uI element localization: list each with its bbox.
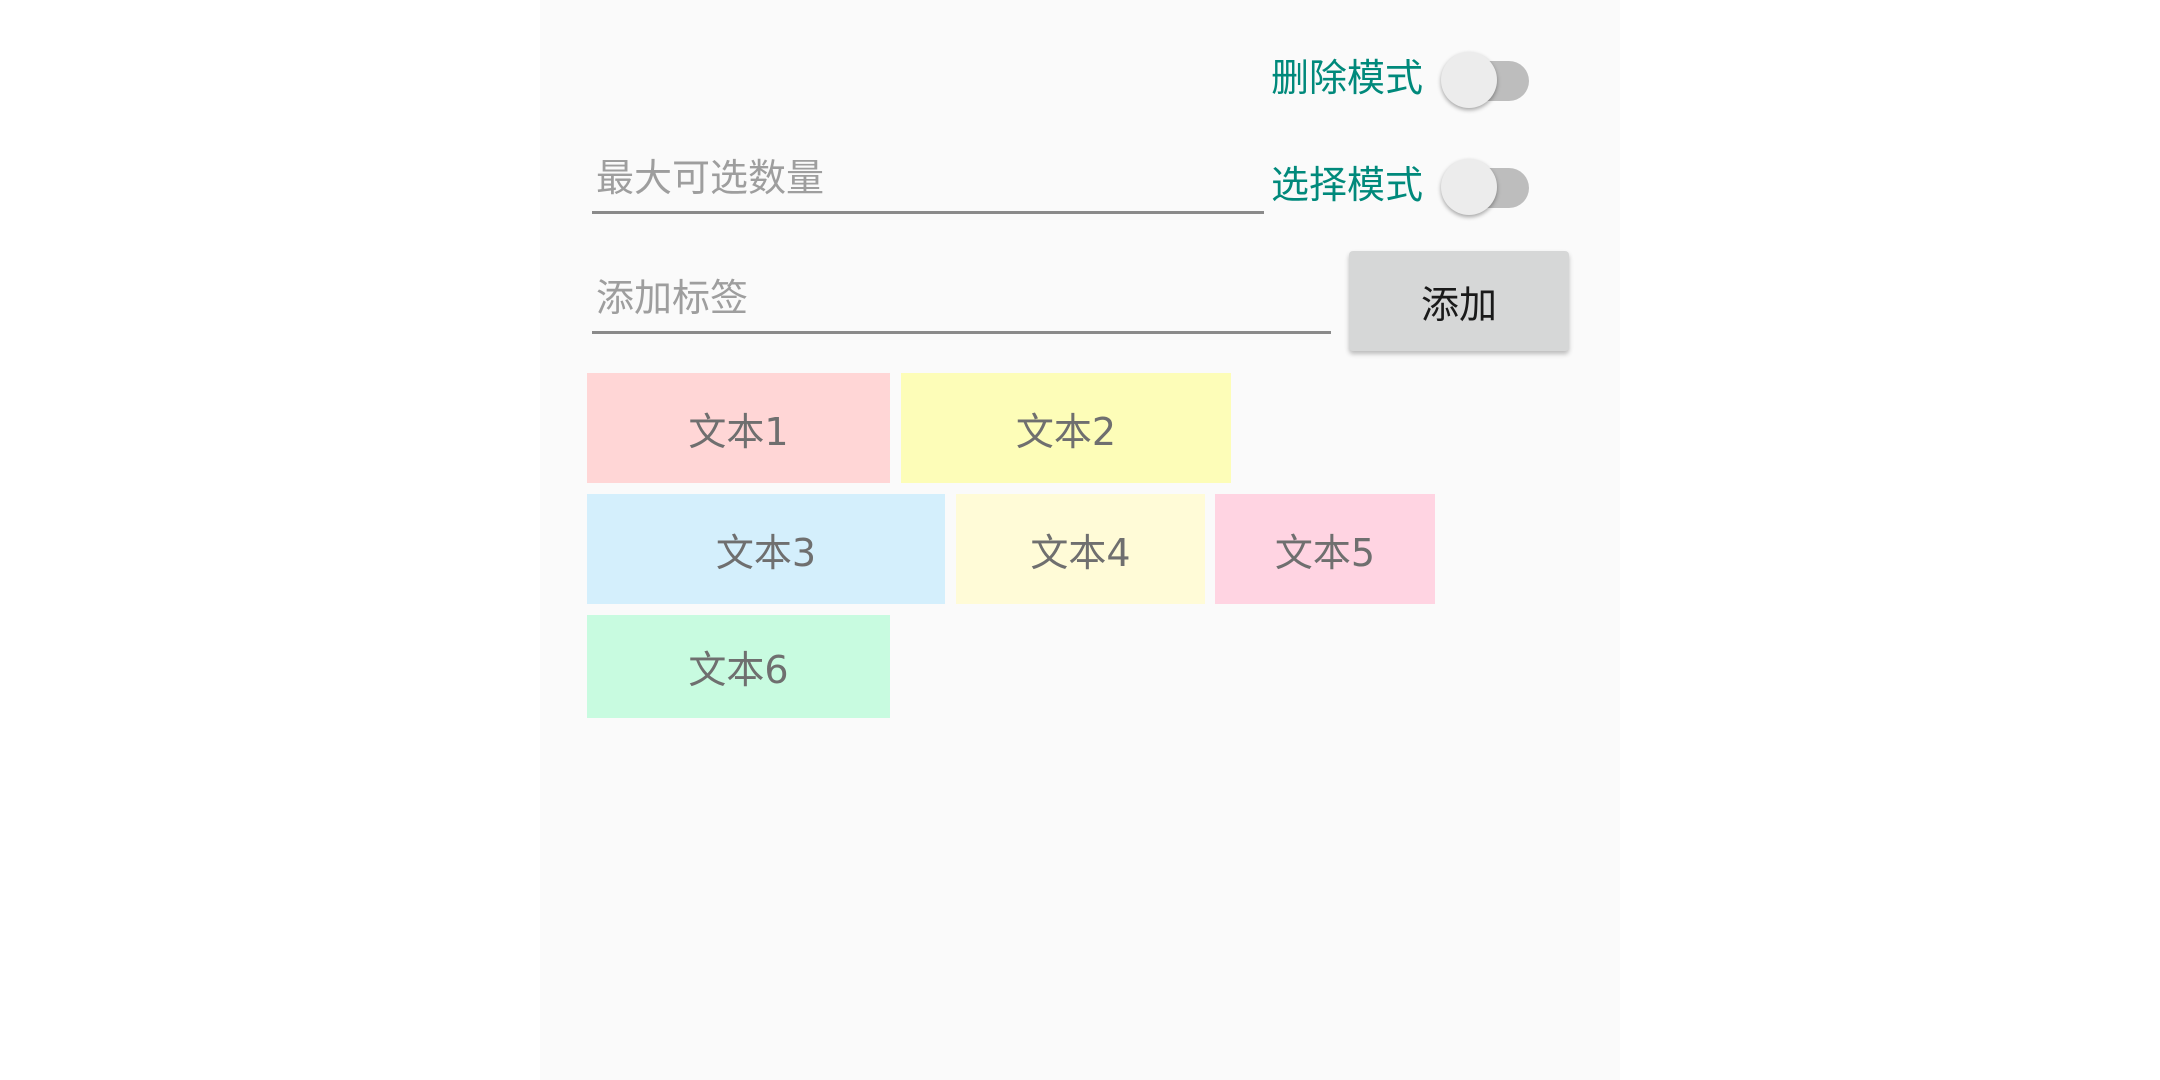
select-mode-label: 选择模式 xyxy=(1271,162,1424,207)
delete-mode-switch-thumb xyxy=(1441,52,1498,108)
delete-mode-switch[interactable] xyxy=(1441,44,1531,108)
tag-item[interactable]: 文本6 xyxy=(587,615,890,718)
select-mode-switch[interactable] xyxy=(1441,151,1531,215)
app-screen: 删除模式 选择模式 添加 文本1 文本2 文本3 文本4 文本5 文本6 xyxy=(540,0,1620,1080)
delete-mode-label: 删除模式 xyxy=(1271,55,1424,100)
tag-item[interactable]: 文本3 xyxy=(587,494,945,604)
select-mode-row: 选择模式 xyxy=(1271,151,1531,215)
tag-item[interactable]: 文本1 xyxy=(587,373,890,483)
tag-item[interactable]: 文本4 xyxy=(956,494,1205,604)
select-mode-switch-thumb xyxy=(1441,159,1498,215)
max-select-count-input[interactable] xyxy=(592,150,1264,214)
add-button[interactable]: 添加 xyxy=(1349,251,1569,351)
add-tag-input[interactable] xyxy=(592,270,1331,334)
tag-item[interactable]: 文本2 xyxy=(901,373,1231,483)
tag-item[interactable]: 文本5 xyxy=(1215,494,1435,604)
delete-mode-row: 删除模式 xyxy=(1271,44,1531,108)
